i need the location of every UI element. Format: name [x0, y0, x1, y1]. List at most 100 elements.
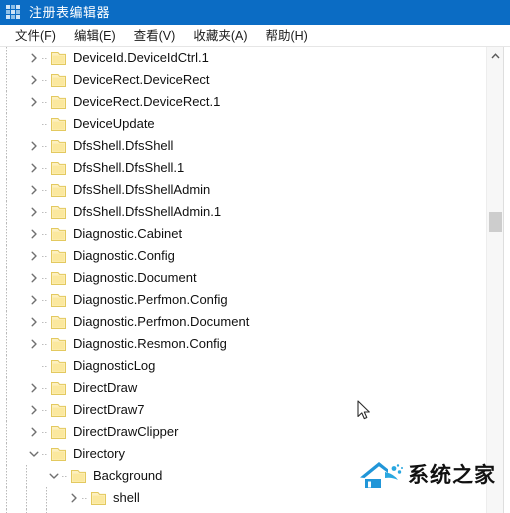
tree-item[interactable]: DfsShell.DfsShell [0, 135, 486, 157]
tree-twisty[interactable] [66, 509, 82, 513]
tree-twisty[interactable] [26, 179, 42, 201]
tree-item-label: Background [93, 468, 163, 483]
tree-item[interactable]: DirectDraw7 [0, 399, 486, 421]
chevron-right-icon[interactable] [69, 493, 79, 503]
menu-favorites[interactable]: 收藏夹(A) [184, 26, 256, 46]
tree-item-hit[interactable]: Diagnostic.Config [26, 245, 181, 267]
tree-item[interactable]: DeviceRect.DeviceRect [0, 69, 486, 91]
tree-item[interactable]: Directory [0, 443, 486, 465]
tree-twisty[interactable] [46, 465, 62, 487]
chevron-right-icon[interactable] [29, 317, 39, 327]
tree-item-hit[interactable]: Directory [26, 443, 131, 465]
tree-twisty[interactable] [26, 69, 42, 91]
tree-item-label: shell [113, 490, 140, 505]
chevron-right-icon[interactable] [29, 97, 39, 107]
tree-item-hit[interactable]: DeviceUpdate [26, 113, 161, 135]
chevron-right-icon[interactable] [29, 427, 39, 437]
chevron-right-icon[interactable] [29, 75, 39, 85]
tree-item[interactable]: Diagnostic.Perfmon.Document [0, 311, 486, 333]
tree-item[interactable]: Diagnostic.Perfmon.Config [0, 289, 486, 311]
tree-twisty[interactable] [26, 399, 42, 421]
chevron-down-icon[interactable] [49, 471, 59, 481]
tree-item[interactable]: DeviceId.DeviceIdCtrl.1 [0, 47, 486, 69]
tree-item-hit[interactable]: Diagnostic.Perfmon.Config [26, 289, 234, 311]
tree-item[interactable]: DirectDraw [0, 377, 486, 399]
tree-item[interactable]: shellex [0, 509, 486, 513]
tree-twisty[interactable] [26, 245, 42, 267]
tree-item-hit[interactable]: DeviceRect.DeviceRect.1 [26, 91, 226, 113]
tree-twisty[interactable] [26, 443, 42, 465]
tree-item-hit[interactable]: Diagnostic.Document [26, 267, 203, 289]
tree-item-hit[interactable]: shell [66, 487, 146, 509]
tree-item-hit[interactable]: Diagnostic.Cabinet [26, 223, 188, 245]
menu-help[interactable]: 帮助(H) [256, 26, 316, 46]
tree-connector [42, 47, 50, 69]
chevron-right-icon[interactable] [29, 141, 39, 151]
scrollbar-thumb[interactable] [489, 212, 502, 232]
tree-twisty[interactable] [26, 421, 42, 443]
tree-item-hit[interactable]: DfsShell.DfsShell [26, 135, 179, 157]
scroll-up-button[interactable] [487, 47, 504, 64]
tree-item[interactable]: DeviceRect.DeviceRect.1 [0, 91, 486, 113]
tree-twisty[interactable] [26, 47, 42, 69]
tree-item[interactable]: Diagnostic.Document [0, 267, 486, 289]
chevron-right-icon[interactable] [29, 339, 39, 349]
tree-item[interactable]: Diagnostic.Resmon.Config [0, 333, 486, 355]
chevron-right-icon[interactable] [29, 229, 39, 239]
chevron-right-icon[interactable] [29, 185, 39, 195]
tree-twisty[interactable] [26, 377, 42, 399]
tree-item[interactable]: DfsShell.DfsShellAdmin [0, 179, 486, 201]
tree-item-hit[interactable]: Diagnostic.Resmon.Config [26, 333, 233, 355]
tree-item-hit[interactable]: DirectDraw7 [26, 399, 151, 421]
tree-item[interactable]: DeviceUpdate [0, 113, 486, 135]
chevron-right-icon[interactable] [29, 273, 39, 283]
chevron-right-icon[interactable] [29, 207, 39, 217]
chevron-right-icon[interactable] [29, 405, 39, 415]
tree-twisty[interactable] [26, 311, 42, 333]
tree-twisty[interactable] [26, 135, 42, 157]
chevron-down-icon[interactable] [29, 449, 39, 459]
chevron-right-icon[interactable] [29, 53, 39, 63]
tree-item-hit[interactable]: DiagnosticLog [26, 355, 161, 377]
tree-item-hit[interactable]: DfsShell.DfsShellAdmin.1 [26, 201, 227, 223]
tree-twisty[interactable] [26, 289, 42, 311]
menu-edit[interactable]: 编辑(E) [65, 26, 125, 46]
tree-twisty[interactable] [66, 487, 82, 509]
tree-item-hit[interactable]: Background [46, 465, 168, 487]
tree-item-label: Diagnostic.Perfmon.Config [73, 292, 228, 307]
vertical-scrollbar[interactable] [486, 47, 503, 513]
tree-item-hit[interactable]: DirectDraw [26, 377, 143, 399]
chevron-right-icon[interactable] [29, 163, 39, 173]
tree-twisty[interactable] [26, 223, 42, 245]
tree-guide-line [6, 421, 7, 443]
tree-item[interactable]: shell [0, 487, 486, 509]
folder-icon-wrap [50, 161, 67, 176]
tree-item[interactable]: DfsShell.DfsShell.1 [0, 157, 486, 179]
tree-item-hit[interactable]: DfsShell.DfsShellAdmin [26, 179, 216, 201]
tree-item-hit[interactable]: shellex [66, 509, 159, 513]
tree-item[interactable]: DfsShell.DfsShellAdmin.1 [0, 201, 486, 223]
tree-twisty[interactable] [26, 91, 42, 113]
menu-view[interactable]: 查看(V) [125, 26, 185, 46]
tree-twisty[interactable] [26, 333, 42, 355]
tree-twisty[interactable] [26, 201, 42, 223]
tree-item-hit[interactable]: DirectDrawClipper [26, 421, 184, 443]
tree-item-hit[interactable]: DeviceRect.DeviceRect [26, 69, 216, 91]
tree-item[interactable]: Diagnostic.Cabinet [0, 223, 486, 245]
tree-item-hit[interactable]: DfsShell.DfsShell.1 [26, 157, 190, 179]
chevron-right-icon[interactable] [29, 383, 39, 393]
registry-tree-pane[interactable]: DeviceId.DeviceIdCtrl.1 DeviceRect.Device… [0, 47, 486, 513]
tree-item-hit[interactable]: Diagnostic.Perfmon.Document [26, 311, 255, 333]
tree-item[interactable]: DiagnosticLog [0, 355, 486, 377]
tree-twisty[interactable] [26, 267, 42, 289]
folder-icon [51, 403, 66, 417]
folder-icon [51, 227, 66, 241]
tree-item[interactable]: Diagnostic.Config [0, 245, 486, 267]
tree-item[interactable]: DirectDrawClipper [0, 421, 486, 443]
tree-item[interactable]: Background [0, 465, 486, 487]
chevron-right-icon[interactable] [29, 251, 39, 261]
menu-file[interactable]: 文件(F) [6, 26, 65, 46]
chevron-right-icon[interactable] [29, 295, 39, 305]
tree-item-hit[interactable]: DeviceId.DeviceIdCtrl.1 [26, 47, 215, 69]
tree-twisty[interactable] [26, 157, 42, 179]
